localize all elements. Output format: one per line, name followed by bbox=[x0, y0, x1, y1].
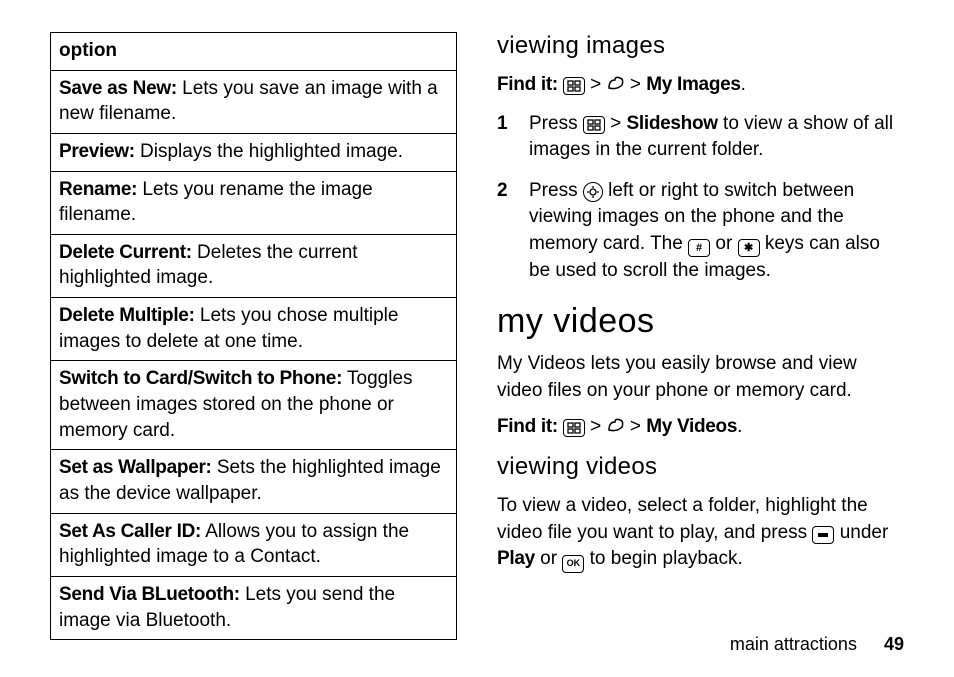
separator: > bbox=[605, 113, 627, 134]
option-term: Set As Caller ID: bbox=[59, 521, 201, 542]
multimedia-icon bbox=[607, 74, 625, 101]
option-term: Rename: bbox=[59, 179, 137, 200]
option-term: Delete Multiple: bbox=[59, 305, 195, 326]
option-term: Send Via BLuetooth: bbox=[59, 584, 240, 605]
find-it-label: Find it: bbox=[497, 416, 563, 437]
my-images-label: My Images bbox=[646, 74, 740, 95]
find-it-videos: Find it: > > My Videos. bbox=[497, 414, 904, 443]
page-footer: main attractions 49 bbox=[730, 634, 904, 655]
option-term: Preview: bbox=[59, 141, 135, 162]
star-key-icon: ✱ bbox=[738, 239, 760, 257]
play-label: Play bbox=[497, 548, 535, 569]
my-videos-intro: My Videos lets you easily browse and vie… bbox=[497, 351, 904, 404]
find-it-label: Find it: bbox=[497, 74, 563, 95]
step-item: Press left or right to switch between vi… bbox=[497, 178, 904, 284]
find-it-images: Find it: > > My Images. bbox=[497, 72, 904, 101]
table-row: Delete Current: Deletes the current high… bbox=[51, 234, 457, 297]
options-table: option Save as New: Lets you save an ima… bbox=[50, 32, 457, 640]
viewing-videos-body: To view a video, select a folder, highli… bbox=[497, 493, 904, 573]
table-row: Switch to Card/Switch to Phone: Toggles … bbox=[51, 361, 457, 450]
table-row: Save as New: Lets you save an image with… bbox=[51, 70, 457, 133]
options-table-body: Save as New: Lets you save an image with… bbox=[51, 70, 457, 640]
page-number: 49 bbox=[884, 634, 904, 654]
table-row: Set As Caller ID: Allows you to assign t… bbox=[51, 513, 457, 576]
table-row: Delete Multiple: Lets you chose multiple… bbox=[51, 298, 457, 361]
slideshow-label: Slideshow bbox=[627, 113, 718, 134]
body-text: to begin playback. bbox=[584, 548, 742, 569]
table-row: Preview: Displays the highlighted image. bbox=[51, 133, 457, 171]
option-term: Switch to Card/Switch to Phone: bbox=[59, 368, 342, 389]
period: . bbox=[741, 74, 746, 95]
table-row: Send Via BLuetooth: Lets you send the im… bbox=[51, 576, 457, 639]
option-term: Delete Current: bbox=[59, 242, 192, 263]
step-text: or bbox=[710, 233, 737, 254]
multimedia-icon bbox=[607, 416, 625, 443]
menu-key-icon bbox=[563, 419, 585, 437]
step-text: Press bbox=[529, 113, 583, 134]
left-column: option Save as New: Lets you save an ima… bbox=[50, 32, 457, 620]
separator: > bbox=[625, 74, 647, 95]
viewing-images-steps: Press > Slideshow to view a show of all … bbox=[497, 111, 904, 285]
body-text: under bbox=[834, 522, 888, 543]
option-term: Save as New: bbox=[59, 78, 177, 99]
viewing-images-heading: viewing images bbox=[497, 32, 904, 60]
menu-key-icon bbox=[583, 116, 605, 134]
separator: > bbox=[585, 74, 607, 95]
option-desc: Displays the highlighted image. bbox=[135, 141, 403, 162]
options-table-header: option bbox=[51, 33, 457, 71]
separator: > bbox=[585, 416, 607, 437]
option-term: Set as Wallpaper: bbox=[59, 457, 212, 478]
hash-key-icon: # bbox=[688, 239, 710, 257]
footer-section-label: main attractions bbox=[730, 634, 857, 654]
menu-key-icon bbox=[563, 77, 585, 95]
nav-key-icon bbox=[583, 182, 603, 202]
table-row: Rename: Lets you rename the image filena… bbox=[51, 171, 457, 234]
my-videos-heading: my videos bbox=[497, 302, 904, 341]
page-content: option Save as New: Lets you save an ima… bbox=[0, 0, 954, 620]
separator: > bbox=[625, 416, 647, 437]
body-text: or bbox=[535, 548, 562, 569]
table-row: Set as Wallpaper: Sets the highlighted i… bbox=[51, 450, 457, 513]
my-videos-label: My Videos bbox=[646, 416, 737, 437]
step-item: Press > Slideshow to view a show of all … bbox=[497, 111, 904, 164]
ok-key-icon: OK bbox=[562, 555, 584, 573]
viewing-videos-heading: viewing videos bbox=[497, 453, 904, 481]
step-text: Press bbox=[529, 180, 583, 201]
period: . bbox=[737, 416, 742, 437]
right-column: viewing images Find it: > > My Images. P… bbox=[497, 32, 904, 620]
softkey-icon bbox=[812, 526, 834, 544]
